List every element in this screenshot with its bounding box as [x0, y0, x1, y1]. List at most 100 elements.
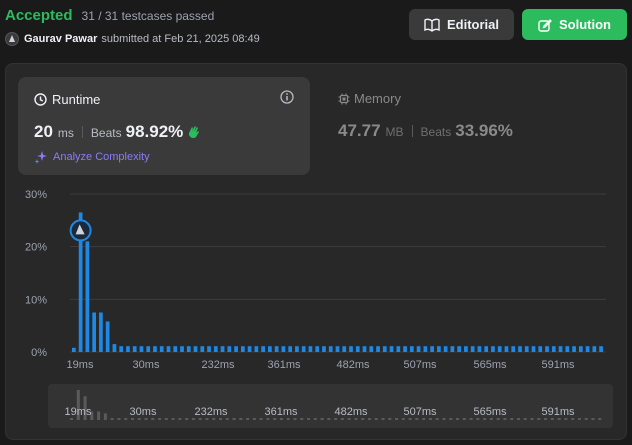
navigator-bar — [354, 418, 358, 420]
navigator-bar — [449, 418, 453, 420]
solution-label: Solution — [559, 17, 611, 32]
navigator-bar — [408, 418, 412, 420]
navigator-bar — [557, 418, 561, 420]
navigator-bar — [577, 418, 581, 420]
navigator-bar — [232, 418, 236, 420]
navigator-tick-label: 19ms — [65, 406, 92, 418]
bar — [105, 321, 110, 352]
navigator-bar — [334, 418, 338, 420]
bar — [72, 347, 76, 352]
bar — [281, 346, 286, 352]
runtime-metrics: 20 ms Beats 98.92% — [34, 122, 202, 142]
y-tick-label: 10% — [25, 294, 47, 306]
memory-metrics: 47.77 MB Beats 33.96% — [338, 121, 513, 141]
bar — [518, 346, 522, 352]
x-tick-label: 565ms — [473, 359, 507, 371]
bar — [551, 346, 556, 352]
navigator-bar — [388, 418, 392, 420]
bar — [295, 346, 299, 352]
navigator-tick-label: 482ms — [334, 406, 368, 418]
navigator-tick-label: 591ms — [541, 406, 575, 418]
bar — [423, 346, 428, 352]
navigator-bar — [266, 418, 270, 420]
x-tick-label: 19ms — [67, 359, 94, 371]
navigator-bar — [124, 418, 128, 420]
bar — [416, 346, 421, 352]
bar — [234, 346, 238, 352]
x-tick-label: 361ms — [267, 359, 301, 371]
bar — [396, 346, 401, 352]
bar — [484, 346, 489, 352]
navigator-bar — [591, 418, 595, 420]
bar — [524, 346, 529, 352]
bar — [538, 346, 543, 352]
navigator-bar — [259, 418, 263, 420]
bar — [159, 346, 164, 352]
navigator-bar — [523, 418, 527, 420]
navigator-bar — [300, 418, 304, 420]
analyze-complexity-button[interactable]: Analyze Complexity — [34, 150, 150, 164]
navigator-tick-label: 507ms — [403, 406, 437, 418]
bar — [565, 346, 570, 352]
navigator-bar — [158, 418, 162, 420]
navigator-bar — [422, 418, 426, 420]
bar — [342, 346, 347, 352]
memory-beats-label: Beats — [420, 125, 452, 139]
navigator-bar — [185, 418, 189, 420]
bar — [126, 346, 130, 352]
chart-navigator[interactable]: 19ms 30ms 232ms 361ms 482ms 507ms 565ms 591ms — [48, 384, 613, 428]
navigator-bar — [347, 418, 351, 420]
clock-icon — [34, 93, 47, 106]
navigator-bar — [367, 418, 372, 420]
navigator-bar — [70, 418, 74, 420]
book-open-icon — [424, 18, 440, 32]
runtime-card[interactable]: Runtime 20 ms Beats 98.92% Analyze Compl… — [18, 77, 310, 175]
bar — [166, 346, 171, 352]
bar — [572, 346, 576, 352]
navigator-bar — [435, 418, 439, 420]
runtime-beats-value: 98.92% — [125, 122, 184, 141]
runtime-distribution-chart[interactable]: 30% 20% 10% 0% 19ms 30ms 232ms 361ms 482ms 507ms 5… — [6, 182, 626, 377]
bar — [153, 346, 157, 352]
divider — [81, 126, 83, 138]
navigator-tick-label: 361ms — [264, 406, 298, 418]
navigator-bar — [530, 418, 534, 420]
info-icon[interactable] — [280, 90, 294, 104]
navigator-bar — [144, 418, 148, 420]
bar — [464, 346, 468, 352]
user-name[interactable]: Gaurav Pawar — [24, 33, 97, 45]
navigator-chart[interactable]: 19ms 30ms 232ms 361ms 482ms 507ms 565ms 591ms — [48, 384, 613, 428]
editorial-button[interactable]: Editorial — [409, 9, 514, 40]
navigator-bar — [130, 418, 134, 420]
bar — [92, 312, 96, 352]
chip-icon — [338, 93, 350, 104]
bar — [200, 346, 205, 352]
bar — [545, 346, 549, 352]
navigator-bar — [381, 418, 385, 420]
navigator-bar — [137, 418, 141, 420]
bar — [504, 346, 509, 352]
navigator-bar — [178, 418, 182, 420]
bar — [308, 346, 313, 352]
memory-tab[interactable]: Memory — [338, 91, 401, 106]
solution-button[interactable]: Solution — [522, 9, 627, 40]
avatar[interactable] — [5, 32, 19, 46]
bar — [268, 346, 272, 352]
bar — [369, 346, 374, 352]
navigator-bar — [205, 418, 209, 420]
navigator-tick-label: 565ms — [473, 406, 507, 418]
x-tick-label: 482ms — [336, 359, 370, 371]
bar — [511, 346, 516, 352]
bar — [146, 346, 151, 352]
navigator-bar — [401, 418, 405, 420]
navigator-bar — [428, 418, 432, 420]
bar — [403, 346, 407, 352]
bar — [99, 312, 103, 352]
navigator-bar — [456, 418, 460, 420]
memory-value: 47.77 — [338, 121, 381, 140]
bar — [207, 346, 211, 352]
bar — [328, 346, 333, 352]
testcases-passed: 31 / 31 testcases passed — [81, 9, 215, 23]
bar — [585, 346, 590, 352]
navigator-bar — [110, 418, 114, 420]
